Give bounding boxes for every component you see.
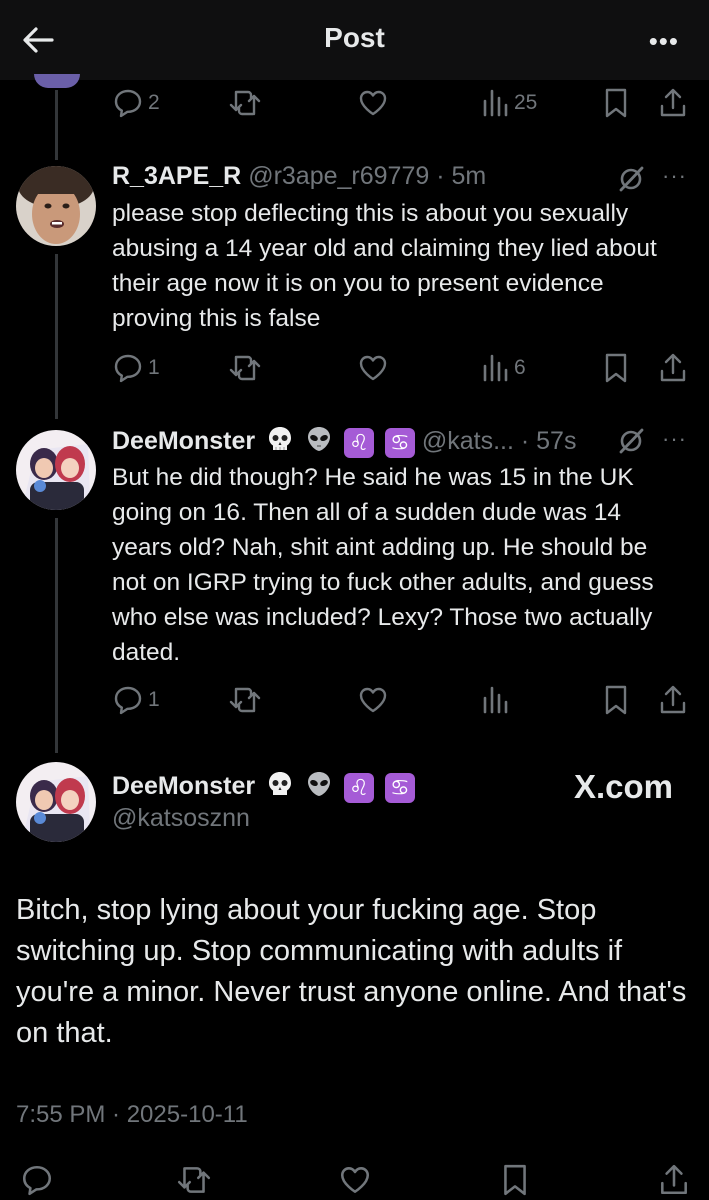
- heart-icon: [359, 355, 387, 381]
- share-icon: [660, 685, 686, 714]
- avatar[interactable]: [16, 430, 96, 510]
- repost-icon: [229, 355, 261, 381]
- tweet-actions: 1 6: [112, 348, 690, 388]
- tweet-header: R_3APE_R @r3ape_r69779 · 5m: [112, 162, 486, 191]
- grok-icon[interactable]: [617, 427, 645, 455]
- views-button[interactable]: 25: [482, 83, 537, 123]
- tweet-text: But he did though? He said he was 15 in …: [112, 464, 654, 666]
- alien-emoji: [305, 425, 333, 460]
- bookmark-icon: [605, 685, 627, 715]
- more-options-icon[interactable]: ···: [662, 163, 687, 189]
- repost-icon: [229, 687, 261, 713]
- more-options-icon[interactable]: ···: [662, 426, 687, 452]
- share-icon: [660, 353, 686, 382]
- reply-button[interactable]: [20, 1160, 54, 1200]
- prev-tweet-actions: 2 25: [112, 83, 690, 123]
- bookmark-button[interactable]: [602, 348, 630, 388]
- reply-button[interactable]: 1: [112, 348, 160, 388]
- main-tweet-actions: [0, 1160, 709, 1200]
- tweet-timestamp[interactable]: 7:55 PM · 2025-10-11: [16, 1101, 248, 1129]
- share-button[interactable]: [658, 680, 688, 720]
- share-icon: [661, 1164, 687, 1195]
- grok-icon[interactable]: [617, 165, 645, 193]
- repost-icon: [177, 1167, 211, 1193]
- tweet-header: DeeMonster ♌ ♋ @kats... · 57s: [112, 425, 576, 460]
- reply-icon: [114, 354, 142, 383]
- leo-emoji: ♌: [343, 427, 374, 458]
- handle-time[interactable]: @r3ape_r69779 · 5m: [248, 162, 486, 190]
- bookmark-button[interactable]: [602, 680, 630, 720]
- repost-button[interactable]: [228, 83, 262, 123]
- skull-emoji: [266, 425, 294, 460]
- reply-icon: [114, 89, 142, 118]
- reply-button[interactable]: 2: [112, 83, 160, 123]
- share-button[interactable]: [658, 83, 688, 123]
- avatar[interactable]: [16, 762, 96, 842]
- reply-button[interactable]: 1: [112, 680, 160, 720]
- heart-icon: [359, 687, 387, 713]
- handle[interactable]: @katsosznn: [112, 804, 250, 833]
- thread-line: [55, 90, 58, 160]
- display-name[interactable]: DeeMonster: [112, 772, 255, 800]
- thread-line: [55, 518, 58, 753]
- leo-emoji: ♌: [343, 772, 374, 803]
- views-count: 6: [514, 356, 526, 379]
- views-button[interactable]: [482, 680, 510, 720]
- x-com-watermark: X.com: [573, 768, 673, 805]
- reply-icon: [22, 1165, 52, 1196]
- display-name[interactable]: DeeMonster: [112, 427, 255, 455]
- share-icon: [660, 88, 686, 117]
- avatar[interactable]: [16, 166, 96, 246]
- bookmark-button[interactable]: [602, 83, 630, 123]
- views-button[interactable]: 6: [482, 348, 526, 388]
- views-count: 25: [514, 91, 538, 114]
- repost-icon: [229, 90, 261, 116]
- alien-emoji: [305, 770, 333, 805]
- like-button[interactable]: [357, 348, 389, 388]
- reply-icon: [114, 686, 142, 715]
- views-icon: [483, 354, 508, 382]
- cancer-emoji: ♋: [384, 772, 415, 803]
- top-bar: Post •••: [0, 0, 709, 80]
- tweet-text: please stop deflecting this is about you…: [112, 200, 657, 332]
- reply-count: 1: [148, 356, 160, 379]
- page-title: Post: [324, 22, 385, 53]
- repost-button[interactable]: [228, 348, 262, 388]
- like-button[interactable]: [357, 680, 389, 720]
- heart-icon: [359, 90, 387, 116]
- bookmark-icon: [605, 88, 627, 118]
- repost-button[interactable]: [228, 680, 262, 720]
- display-name[interactable]: R_3APE_R: [112, 162, 241, 190]
- reply-count: 1: [148, 688, 160, 711]
- like-button[interactable]: [338, 1160, 372, 1200]
- cancer-emoji: ♋: [384, 427, 415, 458]
- share-button[interactable]: [658, 348, 688, 388]
- like-button[interactable]: [357, 83, 389, 123]
- main-tweet-text: Bitch, stop lying about your fucking age…: [16, 894, 687, 1049]
- bookmark-button[interactable]: [500, 1160, 530, 1200]
- bookmark-icon: [605, 353, 627, 383]
- bookmark-icon: [504, 1164, 526, 1196]
- handle-time[interactable]: @kats... · 57s: [422, 427, 577, 455]
- reply-count: 2: [148, 91, 160, 114]
- more-options-icon[interactable]: •••: [649, 26, 679, 57]
- views-icon: [483, 89, 508, 117]
- share-button[interactable]: [658, 1160, 690, 1200]
- thread-line: [55, 254, 58, 419]
- tweet-actions: 1: [112, 680, 690, 720]
- skull-emoji: [266, 770, 294, 805]
- repost-button[interactable]: [176, 1160, 212, 1200]
- prev-avatar-fragment: [34, 74, 80, 88]
- author-name-row: DeeMonster ♌ ♋: [112, 770, 415, 805]
- heart-icon: [340, 1167, 370, 1193]
- views-icon: [483, 686, 508, 714]
